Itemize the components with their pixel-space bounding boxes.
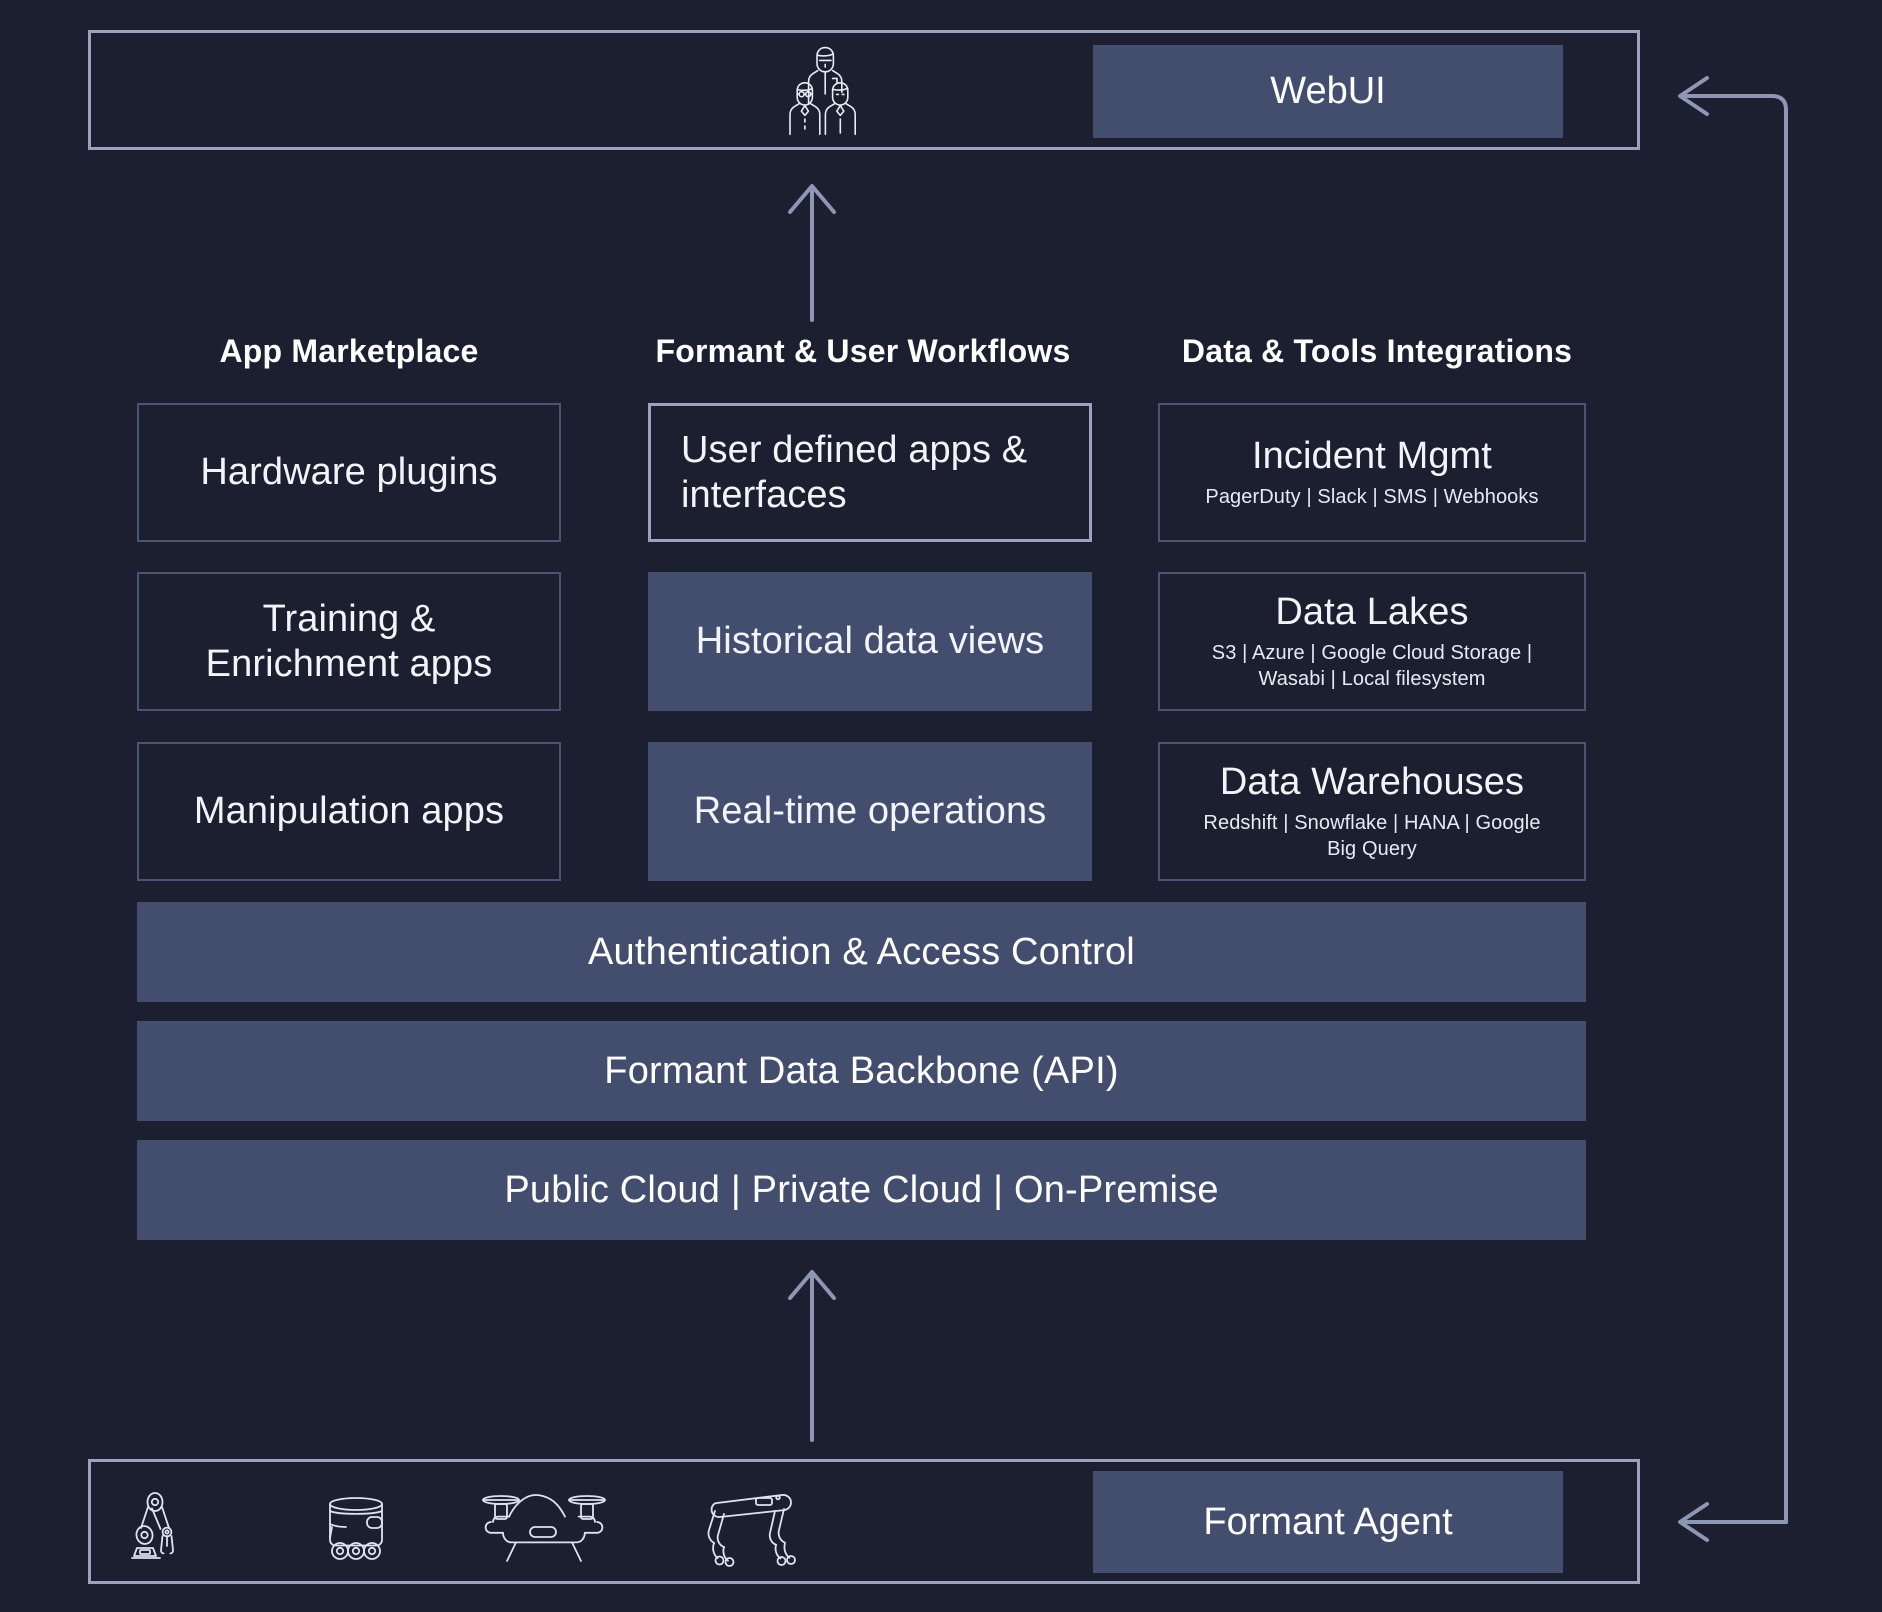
- card-title: User defined apps & interfaces: [681, 428, 1028, 516]
- card-title: Data Warehouses: [1219, 761, 1525, 804]
- card-training-enrichment-apps[interactable]: Training & Enrichment apps: [137, 572, 561, 711]
- card-data-warehouses[interactable]: Data Warehouses Redshift | Snowflake | H…: [1158, 742, 1586, 881]
- users-group-icon: [770, 42, 880, 138]
- robot-dog-icon: [690, 1490, 808, 1568]
- card-incident-mgmt[interactable]: Incident Mgmt PagerDuty | Slack | SMS | …: [1158, 403, 1586, 542]
- column-header-label: App Marketplace: [219, 333, 479, 369]
- connector-agent-to-webui: [1678, 76, 1788, 1542]
- card-title: Historical data views: [695, 620, 1045, 663]
- formant-agent-label: Formant Agent: [1203, 1500, 1453, 1543]
- card-subtitle: S3 | Azure | Google Cloud Storage | Wasab…: [1211, 642, 1533, 690]
- card-data-lakes[interactable]: Data Lakes S3 | Azure | Google Cloud Sto…: [1158, 572, 1586, 711]
- bar-formant-data-backbone-api[interactable]: Formant Data Backbone (API): [137, 1021, 1586, 1121]
- card-title: Real-time operations: [693, 790, 1047, 833]
- robot-arm-icon: [128, 1490, 220, 1565]
- card-title: Hardware plugins: [200, 451, 498, 494]
- card-subtitle: Redshift | Snowflake | HANA | Google Big …: [1203, 812, 1541, 860]
- column-header-label: Data & Tools Integrations: [1181, 333, 1573, 369]
- column-header-formant-user-workflows: Formant & User Workflows: [637, 333, 1089, 370]
- webui-label: WebUI: [1270, 70, 1386, 112]
- connector-workflows-to-webui: [788, 184, 836, 322]
- connector-agent-to-cloud: [788, 1270, 836, 1442]
- drone-icon: [480, 1492, 608, 1564]
- card-title: Training & Enrichment apps: [205, 597, 493, 685]
- column-header-label: Formant & User Workflows: [655, 333, 1071, 369]
- card-manipulation-apps[interactable]: Manipulation apps: [137, 742, 561, 881]
- card-title: Data Lakes: [1275, 591, 1469, 634]
- card-real-time-operations[interactable]: Real-time operations: [648, 742, 1092, 881]
- bar-label: Authentication & Access Control: [588, 930, 1135, 973]
- card-subtitle: PagerDuty | Slack | SMS | Webhooks: [1205, 486, 1539, 509]
- card-user-defined-apps-interfaces[interactable]: User defined apps & interfaces: [648, 403, 1092, 542]
- column-header-app-marketplace: App Marketplace: [137, 333, 561, 370]
- card-title: Incident Mgmt: [1252, 435, 1492, 478]
- formant-agent-box[interactable]: Formant Agent: [1093, 1471, 1563, 1573]
- column-header-data-tools-integrations: Data & Tools Integrations: [1157, 333, 1597, 370]
- delivery-robot-icon: [312, 1494, 404, 1564]
- card-hardware-plugins[interactable]: Hardware plugins: [137, 403, 561, 542]
- bar-deployment-targets[interactable]: Public Cloud | Private Cloud | On-Premis…: [137, 1140, 1586, 1240]
- card-historical-data-views[interactable]: Historical data views: [648, 572, 1092, 711]
- card-title: Manipulation apps: [193, 790, 505, 833]
- architecture-diagram: WebUI App Marketplace Formant & User Wor…: [0, 0, 1882, 1612]
- bar-authentication-access-control[interactable]: Authentication & Access Control: [137, 902, 1586, 1002]
- bar-label: Formant Data Backbone (API): [604, 1049, 1119, 1092]
- webui-box[interactable]: WebUI: [1093, 45, 1563, 138]
- bar-label: Public Cloud | Private Cloud | On-Premis…: [504, 1168, 1219, 1211]
